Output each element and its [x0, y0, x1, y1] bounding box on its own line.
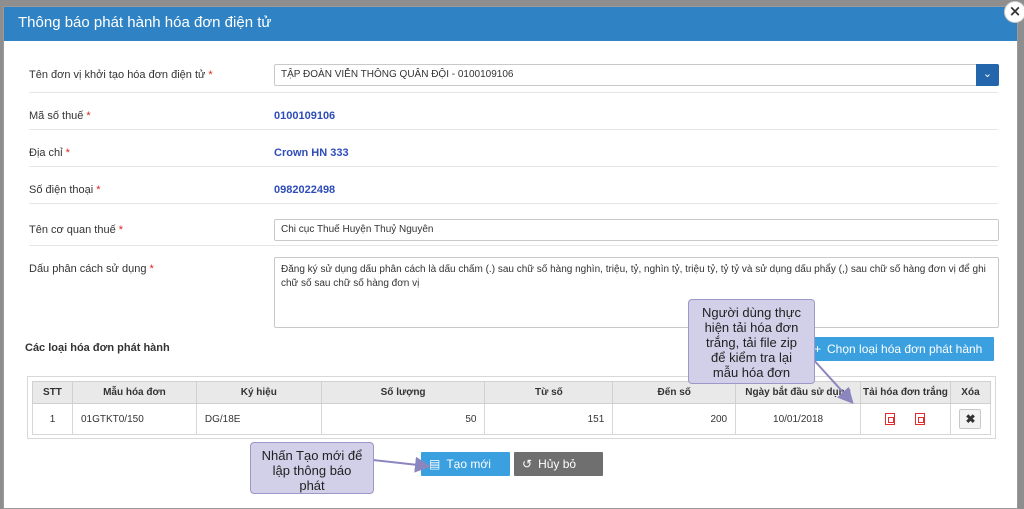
cell-quantity: 50 [320, 403, 486, 435]
pdf-icon[interactable] [885, 413, 896, 425]
unit-row: Tên đơn vị khởi tạo hóa đơn điện tử * TẬP… [29, 53, 999, 93]
zip-file-icon[interactable] [915, 413, 926, 425]
cell-template: 01GTKT0/150 [71, 403, 197, 435]
tax-office-label: Tên cơ quan thuế * [29, 224, 123, 236]
document-icon: ▤ [429, 457, 441, 471]
create-button-label: Tạo mới [446, 457, 491, 471]
tax-office-input[interactable]: Chi cục Thuế Huyện Thuỷ Nguyên [274, 219, 999, 241]
address-label: Địa chỉ * [29, 147, 70, 159]
section-title: Các loại hóa đơn phát hành [25, 342, 170, 354]
cell-from: 151 [484, 403, 614, 435]
col-from: Từ số [484, 381, 614, 404]
col-symbol: Ký hiệu [195, 381, 322, 404]
tax-code-value: 0100109106 [274, 110, 336, 122]
undo-icon: ↺ [522, 457, 533, 471]
col-to: Đến số [612, 381, 737, 404]
cancel-button-label: Hủy bỏ [538, 457, 577, 471]
address-value: Crown HN 333 [274, 147, 349, 159]
col-delete: Xóa [949, 381, 992, 404]
col-download: Tải hóa đơn trắng [860, 381, 951, 404]
cell-symbol: DG/18E [195, 403, 322, 435]
cell-stt: 1 [32, 403, 73, 435]
create-button[interactable]: ▤ Tạo mới [421, 452, 510, 476]
separator-label: Dấu phân cách sử dụng * [29, 263, 154, 275]
delete-row-button[interactable]: ✖ [959, 409, 982, 429]
phone-row: Số điện thoại * 0982022498 [29, 167, 998, 204]
cell-download [860, 403, 951, 435]
cancel-button[interactable]: ↺ Hủy bỏ [514, 452, 603, 476]
cell-to: 200 [612, 403, 737, 435]
plus-icon: + [814, 342, 822, 356]
download-tooltip: Người dùng thực hiện tải hóa đơn trắng, … [688, 299, 815, 384]
modal-title: Thông báo phát hành hóa đơn điện tử [4, 7, 1017, 41]
tax-code-label: Mã số thuế * [29, 110, 91, 122]
phone-value: 0982022498 [274, 184, 336, 196]
table-row: 1 01GTKT0/150 DG/18E 50 151 200 10/01/20… [32, 403, 992, 435]
separator-row: Dấu phân cách sử dụng * Đăng ký sử dụng d… [29, 246, 999, 334]
cell-delete: ✖ [949, 403, 992, 435]
create-tooltip: Nhấn Tạo mới để lập thông báo phát [250, 442, 374, 494]
cell-start-date: 10/01/2018 [735, 403, 862, 435]
tax-code-row: Mã số thuế * 0100109106 [29, 93, 998, 130]
unit-select-value: TẬP ĐOÀN VIỄN THÔNG QUÂN ĐỘI - 010010910… [281, 69, 514, 80]
chevron-down-icon[interactable]: ⌄ [976, 64, 999, 86]
choose-invoice-type-label: Chọn loại hóa đơn phát hành [827, 342, 983, 356]
col-start-date: Ngày bắt đầu sử dụng [735, 381, 862, 404]
unit-label: Tên đơn vị khởi tạo hóa đơn điện tử * [29, 69, 213, 81]
separator-textarea[interactable]: Đăng ký sử dụng dấu phân cách là dấu chấ… [274, 257, 999, 328]
close-icon[interactable]: × [1004, 1, 1024, 23]
invoice-types-table: STT Mẫu hóa đơn Ký hiệu Số lượng Từ số Đ… [27, 376, 996, 439]
choose-invoice-type-button[interactable]: + Chọn loại hóa đơn phát hành [806, 337, 994, 361]
phone-label: Số điện thoại * [29, 184, 101, 196]
col-stt: STT [32, 381, 73, 404]
unit-select[interactable]: TẬP ĐOÀN VIỄN THÔNG QUÂN ĐỘI - 010010910… [274, 64, 999, 86]
col-template: Mẫu hóa đơn [71, 381, 197, 404]
tax-office-row: Tên cơ quan thuế * Chi cục Thuế Huyện Thu… [29, 204, 999, 246]
address-row: Địa chỉ * Crown HN 333 [29, 130, 998, 167]
table-header-row: STT Mẫu hóa đơn Ký hiệu Số lượng Từ số Đ… [32, 381, 992, 404]
col-quantity: Số lượng [320, 381, 486, 404]
